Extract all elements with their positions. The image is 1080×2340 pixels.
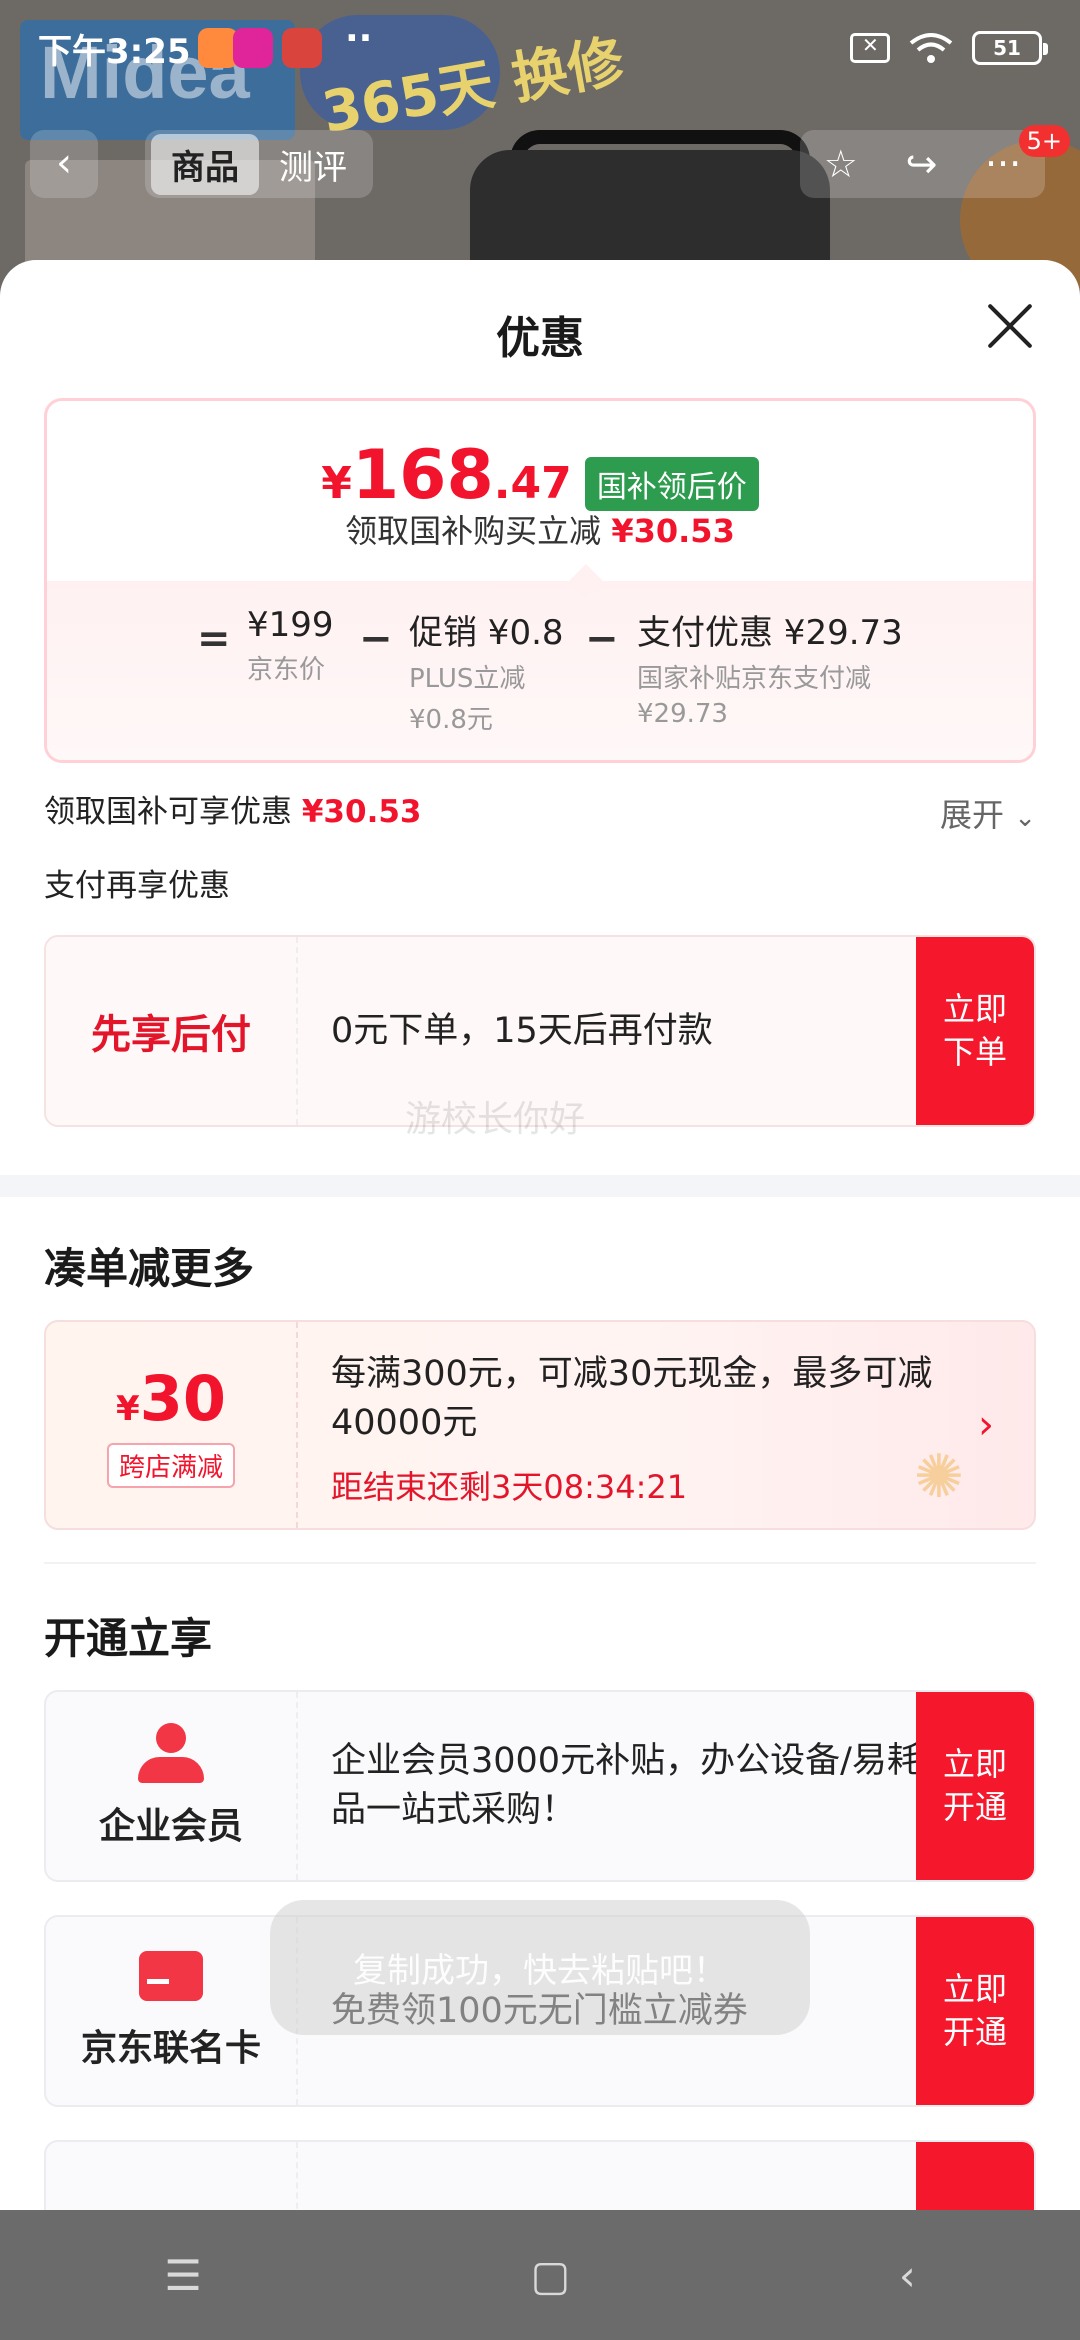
expand-button[interactable]: 展开 ⌄	[940, 790, 1036, 836]
nav-tabs: 商品 测评	[145, 130, 373, 198]
enterprise-member-label: 企业会员	[98, 1806, 243, 1847]
watermark: 游校长你好	[405, 1099, 586, 1140]
promo-sub-label: PLUS立减	[409, 664, 526, 694]
open-benefits-title: 开通立享	[44, 1614, 213, 1663]
final-price: ¥168.47	[321, 436, 572, 515]
coupon-tag: 跨店满减	[106, 1443, 235, 1488]
favorite-star-icon[interactable]: ☆	[824, 142, 858, 186]
equals-sign: =	[197, 616, 231, 662]
chevron-right-icon[interactable]: ›	[978, 1402, 994, 1448]
enterprise-member-card[interactable]: 企业会员 企业会员3000元补贴，办公设备/易耗品一站式采购！ 立即 开通	[44, 1690, 1036, 1882]
pinduoduo-app-icon	[233, 28, 273, 68]
gov-discount-line: 领取国补可享优惠 ¥30.53	[44, 794, 422, 830]
no-sim-icon	[850, 33, 890, 63]
tab-review[interactable]: 测评	[259, 134, 367, 195]
open-enterprise-button[interactable]: 立即 开通	[916, 1692, 1034, 1880]
home-icon[interactable]: ▢	[531, 2251, 571, 2300]
product-nav: ‹ 商品 测评 ☆ ↪ ··· 5+	[0, 125, 1080, 205]
enterprise-member-text: 企业会员3000元补贴，办公设备/易耗品一站式采购！	[331, 1741, 922, 1830]
minus-sign: −	[585, 616, 619, 662]
battery-icon: 51	[972, 31, 1048, 65]
coupon-amount: ¥30	[116, 1362, 226, 1435]
status-time: 下午3:25	[38, 32, 191, 72]
coupon-countdown: 距结束还剩3天08:34:21	[331, 1468, 688, 1506]
back-nav-icon[interactable]: ‹	[899, 2251, 916, 2300]
wifi-icon	[909, 33, 953, 63]
person-icon	[138, 1723, 204, 1783]
pay-discount-label: 国家补贴京东支付减	[637, 664, 872, 694]
minus-sign: −	[359, 616, 393, 662]
back-button[interactable]: ‹	[30, 130, 98, 198]
takeout-app-icon	[282, 28, 322, 68]
cross-store-coupon[interactable]: ¥30 跨店满减 每满300元，可减30元现金，最多可减40000元 距结束还剩…	[44, 1320, 1036, 1530]
open-cobrand-button[interactable]: 立即 开通	[916, 1917, 1034, 2105]
coupon-text: 每满300元，可减30元现金，最多可减40000元	[331, 1354, 933, 1443]
promo-value: 促销 ¥0.8	[409, 613, 564, 653]
share-icon[interactable]: ↪	[905, 142, 937, 186]
firework-icon: ✺	[913, 1442, 964, 1512]
pay-discount-value: 支付优惠 ¥29.73	[637, 613, 903, 653]
pay-discount-amount: ¥29.73	[637, 699, 728, 729]
combine-order-title: 凑单减更多	[44, 1244, 255, 1293]
tab-product[interactable]: 商品	[151, 133, 259, 195]
more-icon[interactable]: ···	[985, 142, 1021, 186]
jd-price: ¥199	[247, 605, 334, 645]
message-count-badge: 5+	[1018, 125, 1070, 157]
price-breakdown: = ¥199 京东价 − 促销 ¥0.8 PLUS立减 ¥0.8元 − 支付优惠…	[47, 581, 1033, 760]
close-button[interactable]	[984, 300, 1036, 352]
cobrand-card-label: 京东联名卡	[80, 2028, 261, 2069]
jd-price-label: 京东价	[247, 655, 326, 685]
gov-subsidy-tag: 国补领后价	[584, 457, 759, 511]
menu-icon[interactable]: ☰	[164, 2251, 202, 2300]
nav-actions: ☆ ↪ ···	[800, 130, 1045, 198]
divider	[44, 1562, 1036, 1564]
order-now-button[interactable]: 立即 下单	[916, 937, 1034, 1125]
credit-card-icon	[139, 1951, 203, 2001]
status-bar: 下午3:25 ·· 51	[0, 0, 1080, 95]
taobao-app-icon	[198, 28, 238, 68]
chevron-down-icon: ⌄	[1014, 803, 1036, 833]
copy-toast: 复制成功，快去粘贴吧！	[270, 1900, 810, 2035]
pay-later-label: 先享后付	[91, 1012, 251, 1058]
price-card: ¥168.47 国补领后价 领取国补购买立减 ¥30.53 = ¥199 京东价…	[44, 398, 1036, 763]
more-notifications-icon: ··	[345, 18, 373, 59]
system-nav-bar: ☰ ▢ ‹	[0, 2210, 1080, 2340]
sheet-title: 优惠	[496, 313, 584, 364]
section-divider	[0, 1175, 1080, 1197]
promo-sub-amount: ¥0.8元	[409, 705, 493, 735]
gov-subsidy-line: 领取国补购买立减 ¥30.53	[345, 512, 735, 550]
pay-more-label: 支付再享优惠	[44, 868, 230, 904]
